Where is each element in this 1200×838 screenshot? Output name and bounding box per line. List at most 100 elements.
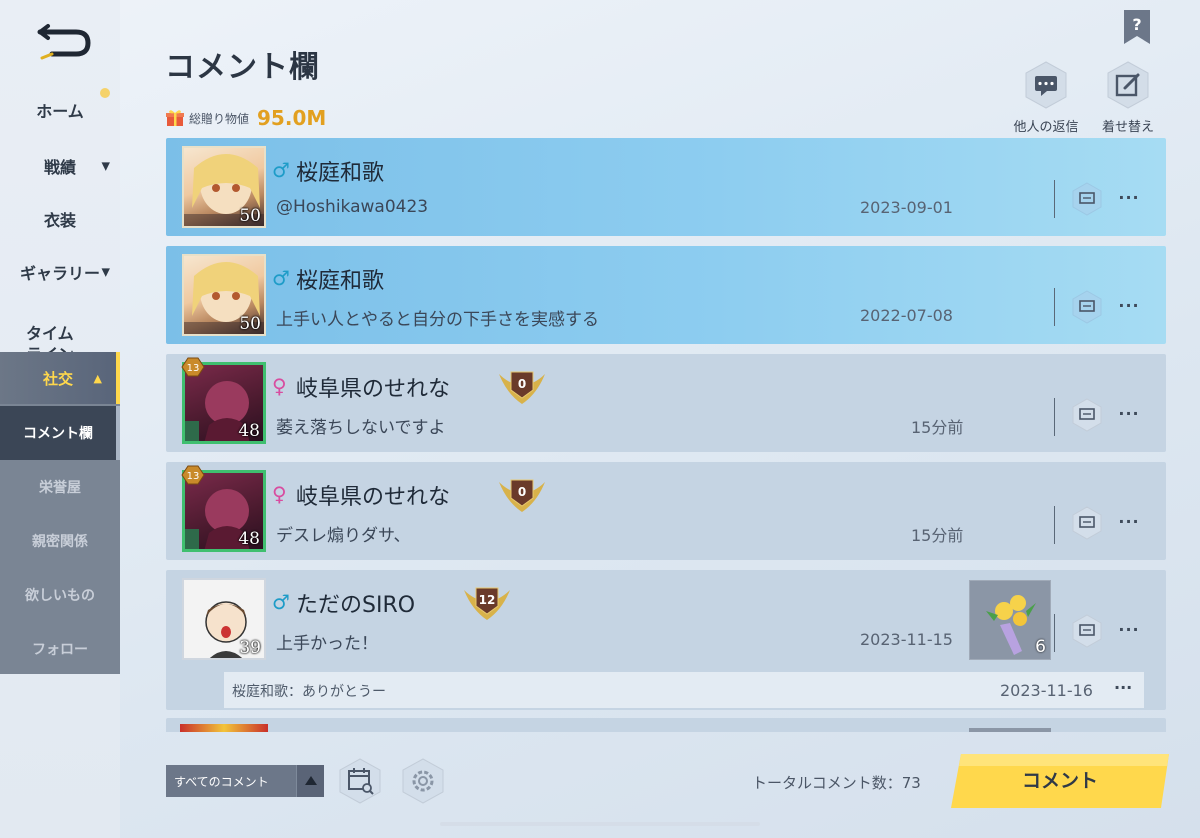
male-icon: ♂ — [272, 590, 290, 614]
avatar[interactable]: 39 — [182, 578, 266, 660]
gift-thumbnail[interactable]: 6 — [969, 580, 1051, 660]
player-level: 48 — [238, 529, 260, 549]
male-icon: ♂ — [272, 266, 290, 290]
sidebar-item-honor[interactable]: 栄誉屋 — [0, 460, 120, 514]
comment-text: デスレ煽りダサ、 — [276, 526, 411, 546]
reply-date: 2023-11-16 — [1000, 681, 1093, 700]
sidebar-item-social[interactable]: 社交 ▲ — [0, 352, 120, 404]
username[interactable]: 岐阜県のせれな — [296, 479, 450, 511]
action-label: 着せ替え — [1101, 120, 1154, 135]
comment-filter-select[interactable]: すべてのコメント — [166, 765, 324, 797]
more-options-button[interactable]: ··· — [1118, 620, 1140, 639]
avatar-frame-edge — [180, 724, 268, 732]
more-options-button[interactable]: ··· — [1118, 188, 1140, 207]
gift-value: 95.0M — [257, 106, 327, 130]
frame-level-badge: 13 — [181, 465, 205, 485]
avatar[interactable]: 50 — [182, 254, 266, 336]
post-comment-label: コメント — [1021, 770, 1098, 792]
rank-value: 12 — [479, 593, 496, 607]
comment-card: 48 13 ♀ 岐阜県のせれな 0 デスレ煽りダサ、 15分前 ··· — [166, 462, 1166, 560]
sidebar-item-comments[interactable]: コメント欄 — [0, 406, 120, 460]
divider — [1054, 506, 1055, 544]
more-options-button[interactable]: ··· — [1118, 404, 1140, 423]
edit-icon — [1107, 61, 1149, 109]
frame-level: 13 — [187, 363, 200, 374]
comment-text: 萎え落ちしないですよ — [276, 418, 446, 438]
comment-card: 50 ♂ 桜庭和歌 上手い人とやると自分の下手さを実感する 2022-07-08… — [166, 246, 1166, 344]
divider — [1054, 398, 1055, 436]
comment-text: @Hoshikawa0423 — [276, 197, 429, 217]
rank-badge-icon: 12 — [464, 587, 510, 620]
username[interactable]: 桜庭和歌 — [296, 263, 384, 295]
rank-badge-icon: 0 — [499, 479, 545, 512]
sidebar-item-label: 栄誉屋 — [39, 480, 81, 496]
comment-list[interactable]: 50 ♂ 桜庭和歌 @Hoshikawa0423 2023-09-01 ··· … — [166, 138, 1166, 732]
frame-level-badge: 13 — [181, 357, 205, 377]
reply-icon[interactable] — [1070, 398, 1104, 432]
player-level: 50 — [239, 314, 261, 334]
total-comment-count: トータルコメント数：73 — [752, 774, 921, 792]
reply-icon[interactable] — [1070, 614, 1104, 648]
sidebar-item-record[interactable]: 戦績 ▼ — [0, 154, 120, 178]
comment-card: 48 13 ♀ 岐阜県のせれな 0 萎え落ちしないですよ 15分前 ··· — [166, 354, 1166, 452]
comment-date: 2023-09-01 — [860, 198, 953, 217]
sidebar-item-costume[interactable]: 衣装 — [0, 207, 120, 231]
rank-value: 0 — [518, 485, 526, 499]
username[interactable]: 岐阜県のせれな — [296, 371, 450, 403]
frame-level: 13 — [187, 471, 200, 482]
comment-date: 2022-07-08 — [860, 306, 953, 325]
sidebar-group-social: 社交 ▲ コメント欄 栄誉屋 親密関係 欲しいもの フォロー — [0, 352, 120, 674]
divider — [1054, 288, 1055, 326]
sidebar-item-wishlist[interactable]: 欲しいもの — [0, 568, 120, 622]
sidebar-item-label: 社交 — [42, 369, 73, 388]
dress-up-button[interactable]: 着せ替え — [1088, 60, 1168, 135]
comment-date: 15分前 — [911, 418, 964, 437]
sidebar-item-gallery[interactable]: ギャラリー ▼ — [0, 260, 120, 284]
player-level: 50 — [239, 206, 261, 226]
sidebar-item-follow[interactable]: フォロー — [0, 622, 120, 676]
username[interactable]: ただのSIRO — [296, 587, 415, 619]
more-options-button[interactable]: ··· — [1118, 512, 1140, 531]
post-comment-button[interactable]: コメント — [951, 754, 1169, 808]
reply-icon[interactable] — [1070, 506, 1104, 540]
gift-count: 6 — [1035, 637, 1046, 657]
reply-row: 桜庭和歌：ありがとうー 2023-11-16 ··· — [224, 672, 1144, 708]
back-arrow-icon[interactable] — [34, 18, 92, 62]
chevron-up-icon: ▲ — [93, 371, 102, 385]
rank-value: 0 — [518, 377, 526, 391]
settings-gear-icon[interactable] — [400, 758, 446, 804]
sidebar-item-label: 衣装 — [43, 211, 76, 230]
gift-icon — [166, 110, 184, 126]
sidebar: ホーム 戦績 ▼ 衣装 ギャラリー ▼ タイム ライン 社交 ▲ コメント欄 栄… — [0, 0, 120, 838]
reply-icon[interactable] — [1070, 182, 1104, 216]
caret-up-icon — [296, 765, 324, 797]
player-level: 48 — [238, 421, 260, 441]
others-replies-button[interactable]: 他人の返信 — [1006, 60, 1086, 135]
chevron-down-icon: ▼ — [101, 265, 110, 279]
sidebar-item-home[interactable]: ホーム — [0, 98, 120, 122]
sidebar-item-label: 戦績 — [43, 158, 76, 177]
male-icon: ♂ — [272, 158, 290, 182]
avatar[interactable]: 50 — [182, 146, 266, 228]
divider — [1054, 614, 1055, 652]
reply-icon[interactable] — [1070, 290, 1104, 324]
comment-date: 2023-11-15 — [860, 630, 953, 649]
more-options-button[interactable]: ··· — [1118, 296, 1140, 315]
username[interactable]: 桜庭和歌 — [296, 155, 384, 187]
reply-more-button[interactable]: ··· — [1114, 678, 1132, 697]
sidebar-item-intimacy[interactable]: 親密関係 — [0, 514, 120, 568]
help-icon[interactable]: ? — [1124, 10, 1150, 44]
reply-text: 桜庭和歌：ありがとうー — [232, 684, 386, 700]
gift-thumbnail-edge — [969, 728, 1051, 732]
female-icon: ♀ — [272, 482, 287, 506]
calendar-search-icon[interactable] — [337, 758, 383, 804]
home-indicator — [440, 822, 760, 826]
divider — [1054, 180, 1055, 218]
svg-text:?: ? — [1132, 15, 1141, 34]
rank-badge-icon: 0 — [499, 371, 545, 404]
chevron-down-icon: ▼ — [101, 159, 110, 173]
female-icon: ♀ — [272, 374, 287, 398]
gift-label: 総贈り物値 — [189, 111, 250, 126]
notification-dot — [100, 88, 110, 98]
comment-card: 50 ♂ 桜庭和歌 @Hoshikawa0423 2023-09-01 ··· — [166, 138, 1166, 236]
